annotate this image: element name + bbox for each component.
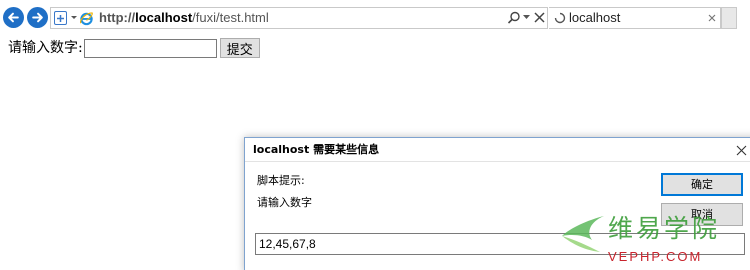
plus-icon <box>57 14 64 22</box>
url-host: localhost <box>135 10 193 25</box>
tab-title: localhost <box>569 10 621 25</box>
prompt-dialog: localhost 需要某些信息 脚本提示: 请输入数字 确定 取消 <box>244 137 750 270</box>
browser-tab[interactable]: localhost <box>549 7 721 29</box>
script-prompt-label: 脚本提示: <box>257 174 305 187</box>
stop-icon[interactable] <box>534 12 545 23</box>
back-button[interactable] <box>3 7 24 28</box>
prompt-input[interactable] <box>255 233 745 255</box>
number-input[interactable] <box>83 38 217 58</box>
submit-button[interactable]: 提交 <box>219 38 260 58</box>
loading-spinner-icon <box>554 12 566 24</box>
prompt-message: 请输入数字 <box>257 196 312 209</box>
internet-explorer-icon <box>80 12 93 26</box>
ok-button[interactable]: 确定 <box>661 173 743 196</box>
dialog-titlebar[interactable]: localhost 需要某些信息 <box>245 138 750 162</box>
close-icon[interactable] <box>736 145 747 156</box>
compatibility-view-button[interactable] <box>54 11 67 25</box>
chevron-down-icon[interactable] <box>523 15 530 20</box>
number-form: 请输入数字: 提交 <box>8 38 260 58</box>
search-icon[interactable] <box>507 11 521 25</box>
browser-toolbar: http://localhost/fuxi/test.html localhos… <box>0 0 750 36</box>
url-path: /fuxi/test.html <box>192 10 269 25</box>
url-text[interactable]: http://localhost/fuxi/test.html <box>99 10 269 26</box>
address-bar[interactable]: http://localhost/fuxi/test.html <box>50 7 548 29</box>
close-tab-icon[interactable] <box>708 14 716 22</box>
url-protocol: http:// <box>99 10 136 25</box>
forward-button[interactable] <box>27 7 48 28</box>
chevron-down-icon[interactable] <box>70 13 78 21</box>
cancel-button[interactable]: 取消 <box>661 203 743 226</box>
arrow-left-icon <box>8 12 19 23</box>
dialog-title: localhost 需要某些信息 <box>253 143 380 156</box>
number-label: 请输入数字: <box>8 40 83 56</box>
arrow-right-icon <box>32 12 43 23</box>
new-tab-button[interactable] <box>721 7 737 29</box>
